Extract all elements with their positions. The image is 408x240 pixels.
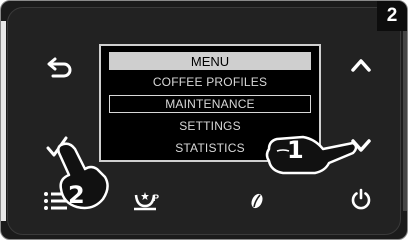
coffee-bean-icon[interactable] bbox=[250, 192, 264, 210]
power-icon[interactable] bbox=[350, 188, 372, 210]
side-strip bbox=[1, 21, 6, 221]
menu-item-maintenance[interactable]: MAINTENANCE bbox=[109, 95, 311, 113]
back-arrow-icon[interactable] bbox=[45, 56, 73, 80]
right-edge bbox=[403, 31, 407, 211]
menu-title: MENU bbox=[109, 52, 311, 70]
svg-text:P: P bbox=[153, 193, 159, 203]
cup-star-icon[interactable]: P bbox=[133, 189, 163, 211]
chevron-up-icon[interactable] bbox=[349, 56, 373, 74]
callout-number-2: 2 bbox=[68, 181, 85, 209]
step-badge: 2 bbox=[377, 1, 407, 31]
callout-number-1: 1 bbox=[287, 136, 304, 164]
menu-item-coffee-profiles[interactable]: COFFEE PROFILES bbox=[109, 73, 311, 91]
control-panel: 2 P MENU COFFEE PROFILES MAINTENANCE SET… bbox=[0, 0, 408, 240]
pointing-hand-icon bbox=[263, 127, 359, 184]
